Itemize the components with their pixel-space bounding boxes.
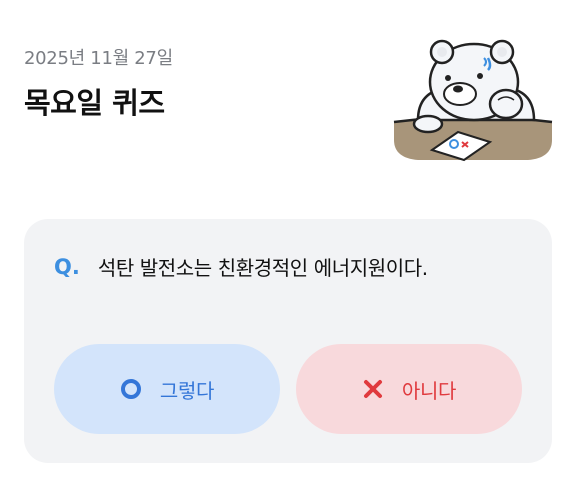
question-text: 석탄 발전소는 친환경적인 에너지원이다. <box>97 256 428 280</box>
answer-yes-button[interactable]: 그렇다 <box>54 344 280 434</box>
page-title: 목요일 퀴즈 <box>24 86 165 120</box>
answer-yes-label: 그렇다 <box>159 378 215 403</box>
question-row: Q. 석탄 발전소는 친환경적인 에너지원이다. <box>54 252 428 281</box>
quiz-date: 2025년 11월 27일 <box>24 48 173 69</box>
quiz-page: 2025년 11월 27일 목요일 퀴즈 Q. 석탄 발전소는 친환경적인 에너… <box>0 0 576 486</box>
bear-thinking-icon <box>393 39 553 162</box>
cross-x-icon <box>363 380 382 398</box>
question-mark: Q. <box>54 254 80 279</box>
answer-no-button[interactable]: 아니다 <box>296 344 522 434</box>
circle-o-icon <box>120 379 141 399</box>
quiz-card: Q. 석탄 발전소는 친환경적인 에너지원이다. 그렇다 아니다 <box>24 219 552 463</box>
answer-no-label: 아니다 <box>401 378 457 403</box>
